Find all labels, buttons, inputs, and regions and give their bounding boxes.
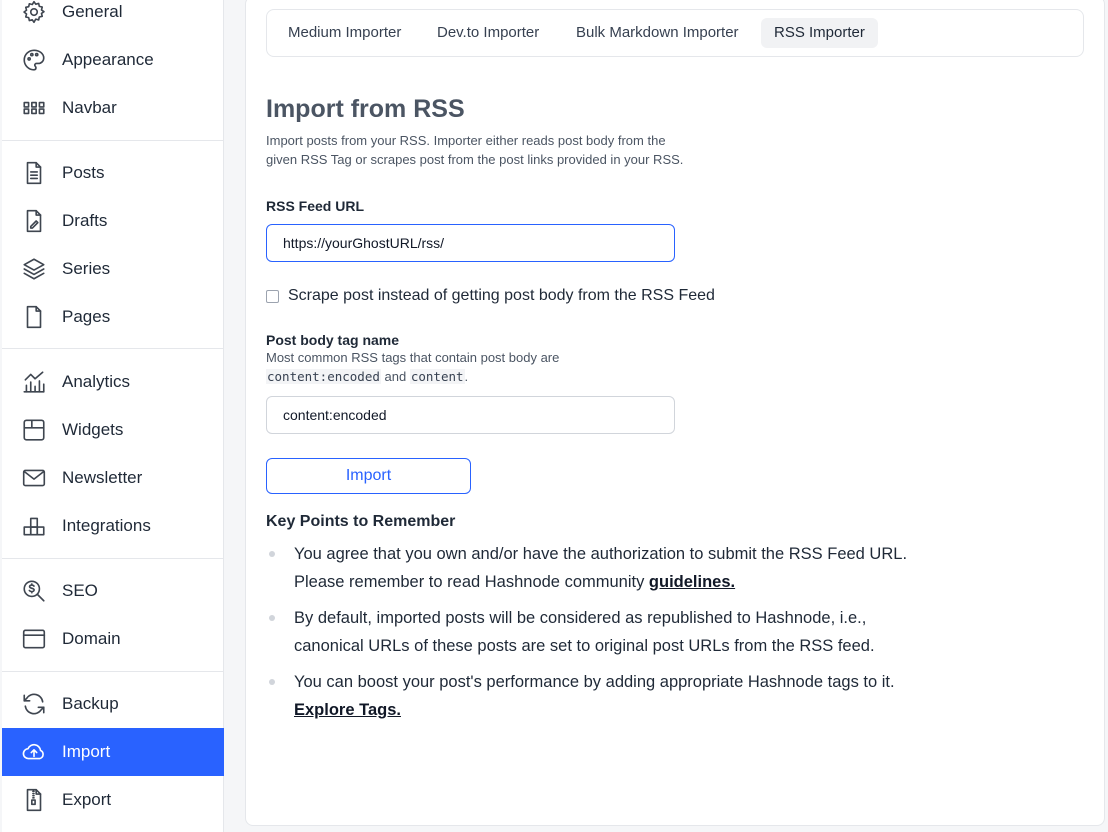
key-point-text: You agree that you own and/or have the a…: [294, 545, 908, 591]
sidebar-item-label: Backup: [62, 694, 119, 713]
key-points-title: Key Points to Remember: [266, 513, 456, 530]
sidebar-item-label: Posts: [62, 163, 105, 182]
sidebar-item-label: Integrations: [62, 516, 151, 535]
sidebar-item-label: Newsletter: [62, 468, 143, 487]
key-points-list: You agree that you own and/or have the a…: [266, 540, 916, 732]
sidebar-item-appearance[interactable]: Appearance: [2, 36, 224, 84]
tag-name-input[interactable]: content:encoded: [266, 396, 675, 434]
sidebar-item-integrations[interactable]: Integrations: [2, 502, 224, 550]
zip-file-icon: [20, 786, 48, 814]
tab-devto-importer[interactable]: Dev.to Importer: [424, 18, 552, 48]
sidebar-item-navbar[interactable]: Navbar: [2, 84, 224, 132]
settings-sidebar: General Appearance Navbar Posts Drafts S…: [2, 0, 224, 832]
grid-icon: [20, 94, 48, 122]
sidebar-divider: [2, 671, 224, 672]
sidebar-item-analytics[interactable]: Analytics: [2, 358, 224, 406]
draft-icon: [20, 207, 48, 235]
list-item: You agree that you own and/or have the a…: [266, 540, 916, 596]
page-title: Import from RSS: [266, 95, 465, 123]
sidebar-item-general[interactable]: General: [2, 0, 224, 36]
explore-tags-link[interactable]: Explore Tags.: [294, 701, 401, 719]
tab-bulk-markdown-importer[interactable]: Bulk Markdown Importer: [563, 18, 752, 48]
scrape-checkbox[interactable]: [266, 289, 279, 303]
palette-icon: [20, 46, 48, 74]
analytics-icon: [20, 368, 48, 396]
sidebar-item-import[interactable]: Import: [2, 728, 224, 776]
key-point-text: By default, imported posts will be consi…: [294, 609, 875, 655]
sidebar-item-series[interactable]: Series: [2, 245, 224, 293]
sidebar-item-label: Import: [62, 742, 111, 761]
bullet-icon: [269, 679, 275, 685]
sidebar-item-posts[interactable]: Posts: [2, 149, 224, 197]
guidelines-link[interactable]: guidelines.: [649, 573, 735, 591]
sidebar-item-label: Series: [62, 259, 111, 278]
tab-rss-importer[interactable]: RSS Importer: [761, 18, 878, 48]
sidebar-divider: [2, 140, 224, 141]
cloud-upload-icon: [20, 738, 48, 766]
seo-search-icon: [20, 577, 48, 605]
hint-code-content: content: [409, 369, 465, 384]
feed-url-input[interactable]: https://yourGhostURL/rss/: [266, 224, 675, 262]
hint-code-content-encoded: content:encoded: [266, 369, 381, 384]
scrape-checkbox-label[interactable]: Scrape post instead of getting post body…: [288, 287, 715, 305]
sidebar-item-seo[interactable]: SEO: [2, 567, 224, 615]
sidebar-item-label: General: [62, 2, 123, 21]
blocks-icon: [20, 512, 48, 540]
feed-url-label: RSS Feed URL: [266, 198, 365, 214]
sidebar-item-label: Appearance: [62, 50, 154, 69]
importer-tabs: Medium Importer Dev.to Importer Bulk Mar…: [266, 9, 1084, 57]
list-item: You can boost your post's performance by…: [266, 668, 916, 724]
sidebar-item-label: Pages: [62, 307, 111, 326]
sidebar-item-label: Domain: [62, 629, 121, 648]
sidebar-item-widgets[interactable]: Widgets: [2, 406, 224, 454]
main-panel: Medium Importer Dev.to Importer Bulk Mar…: [245, 0, 1105, 826]
sidebar-item-newsletter[interactable]: Newsletter: [2, 454, 224, 502]
browser-window-icon: [20, 625, 48, 653]
page-icon: [20, 303, 48, 331]
document-icon: [20, 159, 48, 187]
gear-icon: [20, 0, 48, 26]
widget-icon: [20, 416, 48, 444]
tab-medium-importer[interactable]: Medium Importer: [275, 18, 414, 48]
sidebar-item-label: Navbar: [62, 98, 117, 117]
page-description: Import posts from your RSS. Importer eit…: [266, 133, 684, 167]
import-button[interactable]: Import: [266, 458, 471, 494]
sidebar-item-label: Export: [62, 790, 112, 809]
mail-icon: [20, 464, 48, 492]
bullet-icon: [269, 615, 275, 621]
sidebar-item-label: Widgets: [62, 420, 124, 439]
bullet-icon: [269, 551, 275, 557]
sidebar-item-backup[interactable]: Backup: [2, 680, 224, 728]
scrape-option[interactable]: Scrape post instead of getting post body…: [266, 287, 715, 305]
hint-text: Most common RSS tags that contain post b…: [266, 350, 560, 365]
tag-name-label: Post body tag name: [266, 332, 400, 348]
sidebar-item-label: Drafts: [62, 211, 108, 230]
sidebar-item-label: Analytics: [62, 372, 131, 391]
tag-name-hint: Most common RSS tags that contain post b…: [266, 348, 686, 386]
sidebar-item-pages[interactable]: Pages: [2, 293, 224, 341]
sidebar-divider: [2, 558, 224, 559]
hint-text: and: [384, 369, 407, 384]
sync-icon: [20, 690, 48, 718]
sidebar-item-export[interactable]: Export: [2, 776, 224, 824]
sidebar-item-label: SEO: [62, 581, 98, 600]
sidebar-item-drafts[interactable]: Drafts: [2, 197, 224, 245]
layers-icon: [20, 255, 48, 283]
sidebar-item-domain[interactable]: Domain: [2, 615, 224, 663]
hint-text: .: [464, 369, 469, 384]
key-point-text: You can boost your post's performance by…: [294, 673, 895, 691]
sidebar-divider: [2, 348, 224, 349]
list-item: By default, imported posts will be consi…: [266, 604, 916, 660]
